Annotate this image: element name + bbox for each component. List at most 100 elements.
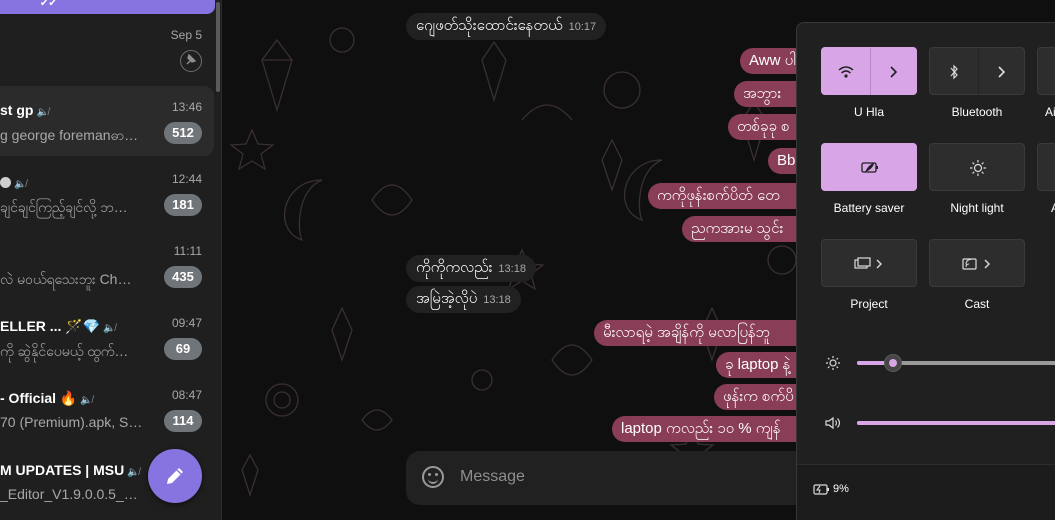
message-text: ကိုကိုကလည်း xyxy=(416,259,493,276)
message-input[interactable] xyxy=(460,463,800,491)
emoji-icon[interactable] xyxy=(422,466,444,488)
wifi-tile[interactable] xyxy=(821,47,918,96)
chat-list-item[interactable]: ELLER ... 🪄💎 🔈̸ 09:47 ကို ဆွဲနိုင်ပေမယ့် … xyxy=(0,302,214,372)
chat-time: 11:11 xyxy=(173,244,202,258)
chat-preview: လဲ မဝယ်ရသေးဘူး Ch… xyxy=(0,271,132,287)
pin-icon xyxy=(180,50,202,72)
night-light-icon xyxy=(970,160,986,176)
night-light-tile[interactable] xyxy=(929,143,1025,191)
chevron-right-icon[interactable] xyxy=(978,48,1026,96)
chat-time: 08:47 xyxy=(171,388,202,402)
message-text: ခု laptop နဲ့ xyxy=(725,356,791,373)
quick-settings-panel: U Hla Bluetooth Ai Battery saver Night l… xyxy=(796,22,1055,520)
quick-settings-footer: 9% xyxy=(797,464,1055,520)
bluetooth-tile[interactable] xyxy=(929,47,1026,96)
chat-title: st gp 🔈̸ xyxy=(0,102,49,118)
chat-list-item[interactable]: 11:11 လဲ မဝယ်ရသေးဘူး Ch… 435 xyxy=(0,230,214,300)
battery-saver-icon xyxy=(861,162,878,173)
message-text: ညကအားမ သွင်း xyxy=(691,220,784,237)
tile-label: U Hla xyxy=(853,105,884,119)
brightness-slider[interactable] xyxy=(857,353,1055,373)
cast-icon xyxy=(962,258,990,270)
chat-list-scrollbar[interactable] xyxy=(216,2,220,92)
tile-label: Cast xyxy=(964,297,990,311)
incoming-message[interactable]: ဂျေဖတ်သိုးထောင်းနေတယ် 10:17 xyxy=(406,13,607,40)
outgoing-message[interactable]: တစ်ခုခု စ xyxy=(728,114,800,140)
outgoing-message[interactable]: ကကိုဖုန်းစက်ပိတ် တေ xyxy=(648,183,800,209)
muted-icon: 🔈̸ xyxy=(36,107,49,118)
chat-time: Sep 5 xyxy=(170,28,202,42)
outgoing-message[interactable]: မီးလာရမဲ့ အချိန်ကို မလာပြန်ဘူ xyxy=(594,320,800,346)
message-time: 13:18 xyxy=(483,294,511,306)
muted-icon: 🔈̸ xyxy=(14,179,27,190)
speaker-icon xyxy=(825,416,841,430)
selected-folder-chip[interactable]: ✔✔ xyxy=(0,0,215,14)
chat-preview: 70 (Premium).apk, S… xyxy=(0,414,143,430)
tile-label: Project xyxy=(850,297,888,311)
message-time: 10:17 xyxy=(568,21,597,33)
incoming-message[interactable]: ကိုကိုကလည်း 13:18 xyxy=(406,255,536,282)
battery-saver-tile[interactable] xyxy=(821,143,917,191)
muted-icon: 🔈̸ xyxy=(80,395,93,406)
chat-preview: ကို ဆွဲနိုင်ပေမယ့် ထွက်… xyxy=(0,343,129,359)
outgoing-message[interactable]: Aww ပါ xyxy=(740,48,800,74)
chat-list-sidebar: ✔✔ Sep 5 st gp 🔈̸ 13:46 g george foremanဓ… xyxy=(0,0,222,520)
outgoing-message[interactable]: ညကအားမ သွင်း xyxy=(682,216,800,242)
unread-badge: 512 xyxy=(164,122,202,144)
unread-badge: 181 xyxy=(164,194,202,216)
chat-title: M UPDATES | MSU 🔈̸ xyxy=(0,462,140,478)
volume-slider[interactable] xyxy=(857,413,1055,433)
wifi-icon[interactable] xyxy=(822,48,870,96)
unread-badge: 69 xyxy=(164,338,202,360)
brightness-slider-thumb[interactable] xyxy=(883,354,902,372)
message-text: တစ်ခုခု စ xyxy=(737,118,790,135)
accessibility-tile[interactable] xyxy=(1037,143,1055,191)
chat-preview: _Editor_V1.9.0.0.5_… xyxy=(0,486,138,502)
outgoing-message[interactable]: ဖုန်းက စက်ပိ xyxy=(714,384,800,410)
incoming-message[interactable]: အမြဲအဲ့လိုပဲ 13:18 xyxy=(406,286,521,313)
battery-charging-icon[interactable] xyxy=(813,482,831,496)
message-text: laptop ကလည်း ၁၀ % ကျန် xyxy=(621,420,781,437)
profile-emoji-icon xyxy=(0,177,11,188)
new-message-button[interactable] xyxy=(148,449,202,503)
message-text: Bb xyxy=(777,152,796,169)
chevron-right-icon[interactable] xyxy=(870,48,918,96)
muted-icon: 🔈̸ xyxy=(127,467,140,478)
brightness-icon xyxy=(826,356,840,370)
muted-icon: 🔈̸ xyxy=(103,323,116,334)
chat-title: ELLER ... 🪄💎 🔈̸ xyxy=(0,318,116,334)
chat-title: - Official 🔥 🔈̸ xyxy=(0,390,93,406)
tile-label: Bluetooth xyxy=(951,105,1003,119)
chat-time: 12:44 xyxy=(171,172,202,186)
outgoing-message[interactable]: ခု laptop နဲ့ xyxy=(716,352,800,378)
message-composer xyxy=(406,451,826,505)
message-text: အဘွား xyxy=(743,85,782,102)
message-time: 13:18 xyxy=(498,263,526,275)
tile-label: A xyxy=(1051,201,1055,215)
project-icon xyxy=(854,257,882,269)
message-text: မီးလာရမဲ့ အချိန်ကို မလာပြန်ဘူ xyxy=(603,324,771,341)
unread-badge: 114 xyxy=(164,410,202,432)
outgoing-message[interactable]: အဘွား xyxy=(734,81,800,107)
message-text: ကကိုဖုန်းစက်ပိတ် တေ xyxy=(657,187,780,204)
chat-time: 13:46 xyxy=(171,100,202,114)
message-text: ဂျေဖတ်သိုးထောင်းနေတယ် xyxy=(416,17,563,34)
chat-title: 🔈̸ xyxy=(0,174,26,190)
chat-list-item[interactable]: st gp 🔈̸ 13:46 g george foremanဓာ… 512 xyxy=(0,86,214,156)
chat-list-item[interactable]: - Official 🔥 🔈̸ 08:47 70 (Premium).apk, S… xyxy=(0,374,214,444)
message-text: Aww ပါ xyxy=(749,52,796,69)
airplane-mode-tile[interactable] xyxy=(1037,47,1055,95)
bluetooth-icon[interactable] xyxy=(930,48,978,96)
outgoing-message[interactable]: laptop ကလည်း ၁၀ % ကျန် xyxy=(612,416,800,442)
tile-label: Battery saver xyxy=(833,201,905,215)
chat-preview: ချင်ချင်ကြည့်ချင်လို့ ဘ… xyxy=(0,199,128,215)
project-tile[interactable] xyxy=(821,239,917,287)
chat-list-item[interactable]: 🔈̸ 12:44 ချင်ချင်ကြည့်ချင်လို့ ဘ… 181 xyxy=(0,158,214,228)
battery-percent: 9% xyxy=(833,483,849,495)
chat-list-item[interactable]: Sep 5 xyxy=(0,14,214,84)
message-text: ဖုန်းက စက်ပိ xyxy=(723,388,794,405)
cast-tile[interactable] xyxy=(929,239,1025,287)
pencil-icon xyxy=(167,468,183,484)
tile-label: Ai xyxy=(1045,105,1055,119)
message-text: အမြဲအဲ့လိုပဲ xyxy=(416,290,478,307)
